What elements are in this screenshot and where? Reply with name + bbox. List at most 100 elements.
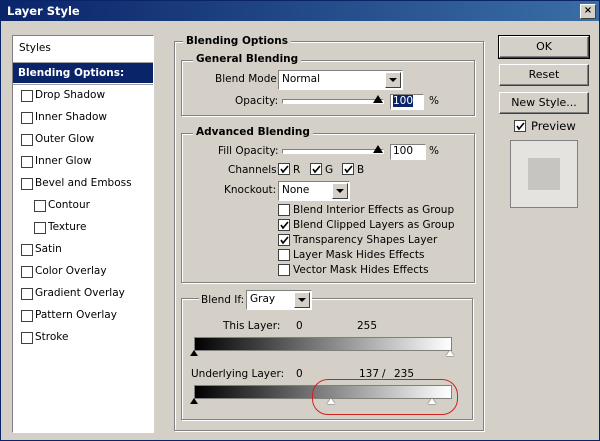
blend-clipped-checkbox[interactable]	[278, 219, 290, 231]
transparency-shapes-label: Transparency Shapes Layer	[293, 234, 438, 246]
blend-mode-select[interactable]: Normal	[278, 70, 403, 90]
style-item-label: Color Overlay	[35, 265, 107, 277]
checkbox[interactable]	[21, 90, 33, 102]
style-item-label: Inner Glow	[35, 155, 92, 167]
this-layer-low: 0	[296, 320, 303, 332]
fill-opacity-unit: %	[429, 145, 439, 157]
checkbox[interactable]	[21, 310, 33, 322]
channel-g-checkbox[interactable]	[310, 163, 322, 175]
fill-opacity-slider-thumb[interactable]	[373, 145, 383, 153]
checkbox[interactable]	[21, 156, 33, 168]
style-item-contour[interactable]: Contour	[13, 195, 153, 215]
blend-mode-label: Blend Mode:	[215, 73, 281, 85]
checkbox[interactable]	[21, 288, 33, 300]
checkbox[interactable]	[34, 200, 46, 212]
preview-checkbox[interactable]	[514, 120, 526, 132]
chevron-down-icon[interactable]	[332, 183, 348, 199]
style-item-label: Contour	[48, 199, 90, 211]
knockout-value: None	[282, 184, 310, 196]
underlying-low: 0	[296, 368, 303, 380]
check-mark-icon	[516, 122, 525, 131]
vector-mask-hides-checkbox[interactable]	[278, 264, 290, 276]
style-item-gradient-overlay[interactable]: Gradient Overlay	[13, 283, 153, 303]
channel-b-checkbox[interactable]	[342, 163, 354, 175]
blend-if-select[interactable]: Gray	[246, 290, 312, 310]
knockout-select[interactable]: None	[278, 181, 350, 201]
layer-mask-hides-checkbox[interactable]	[278, 249, 290, 261]
style-item-label: Bevel and Emboss	[35, 177, 132, 189]
ok-button[interactable]: OK	[498, 35, 590, 59]
advanced-blending-title: Advanced Blending	[193, 126, 313, 138]
style-item-inner-shadow[interactable]: Inner Shadow	[13, 107, 153, 127]
opacity-label: Opacity:	[235, 95, 279, 107]
check-mark-icon	[280, 236, 289, 245]
channel-r-checkbox[interactable]	[278, 163, 290, 175]
checkbox[interactable]	[21, 266, 33, 278]
style-item-bevel-emboss[interactable]: Bevel and Emboss	[13, 173, 153, 193]
style-item-inner-glow[interactable]: Inner Glow	[13, 151, 153, 171]
channels-label: Channels:	[228, 164, 281, 176]
check-mark-icon	[344, 165, 353, 174]
title-bar[interactable]: Layer Style ×	[1, 1, 599, 21]
style-item-stroke[interactable]: Stroke	[13, 327, 153, 347]
fill-opacity-input[interactable]: 100	[390, 144, 426, 160]
opacity-slider-thumb[interactable]	[373, 95, 383, 103]
blend-if-value: Gray	[250, 293, 276, 305]
reset-button[interactable]: Reset	[499, 64, 589, 86]
channel-r-label: R	[293, 164, 301, 176]
fill-opacity-label: Fill Opacity:	[218, 145, 279, 157]
layer-style-dialog: Layer Style × Styles Blending Options: C…	[0, 0, 600, 441]
blend-if-label: Blend If:	[199, 294, 247, 306]
chevron-down-icon[interactable]	[385, 72, 401, 88]
styles-list: Styles Blending Options: Custom Drop Sha…	[12, 35, 154, 433]
checkbox[interactable]	[21, 244, 33, 256]
blend-interior-label: Blend Interior Effects as Group	[293, 204, 455, 216]
styles-header-label: Styles	[19, 42, 51, 54]
preview-thumbnail	[510, 140, 578, 208]
style-item-blending-options[interactable]: Blending Options: Custom	[13, 63, 153, 99]
checkbox[interactable]	[21, 332, 33, 344]
this-layer-black-slider[interactable]	[190, 350, 198, 356]
highlight-annotation	[312, 379, 458, 415]
knockout-label: Knockout:	[224, 184, 277, 196]
styles-header[interactable]: Styles	[13, 38, 159, 58]
checkbox[interactable]	[21, 112, 33, 124]
style-item-pattern-overlay[interactable]: Pattern Overlay	[13, 305, 153, 325]
checkbox[interactable]	[21, 178, 33, 190]
underlying-black-slider[interactable]	[190, 398, 198, 404]
opacity-input[interactable]: 100	[390, 94, 424, 110]
blend-interior-checkbox[interactable]	[278, 204, 290, 216]
style-item-drop-shadow[interactable]: Drop Shadow	[13, 85, 153, 105]
opacity-slider[interactable]	[282, 99, 384, 104]
style-item-label: Gradient Overlay	[35, 287, 125, 299]
style-item-color-overlay[interactable]: Color Overlay	[13, 261, 153, 281]
close-button[interactable]: ×	[580, 4, 596, 19]
this-layer-white-slider[interactable]	[446, 350, 454, 356]
window-title: Layer Style	[7, 4, 80, 18]
style-item-texture[interactable]: Texture	[13, 217, 153, 237]
style-item-label: Outer Glow	[35, 133, 95, 145]
style-item-satin[interactable]: Satin	[13, 239, 153, 259]
check-mark-icon	[312, 165, 321, 174]
underlying-layer-label: Underlying Layer:	[191, 368, 285, 380]
checkbox[interactable]	[21, 134, 33, 146]
channel-g-label: G	[325, 164, 334, 176]
style-item-label: Pattern Overlay	[35, 309, 117, 321]
layer-mask-hides-label: Layer Mask Hides Effects	[293, 249, 425, 261]
transparency-shapes-checkbox[interactable]	[278, 234, 290, 246]
this-layer-high: 255	[357, 320, 378, 332]
fill-opacity-slider[interactable]	[282, 149, 384, 154]
check-mark-icon	[280, 165, 289, 174]
close-icon: ×	[583, 5, 593, 16]
channel-b-label: B	[357, 164, 365, 176]
checkbox[interactable]	[34, 222, 46, 234]
fill-opacity-value: 100	[393, 145, 414, 157]
style-item-outer-glow[interactable]: Outer Glow	[13, 129, 153, 149]
chevron-down-icon[interactable]	[294, 292, 310, 308]
preview-label: Preview	[531, 119, 576, 133]
new-style-button-label: New Style...	[511, 96, 577, 109]
style-item-label: Satin	[35, 243, 62, 255]
new-style-button[interactable]: New Style...	[499, 92, 589, 114]
style-item-label: Texture	[48, 221, 87, 233]
style-item-label: Inner Shadow	[35, 111, 107, 123]
